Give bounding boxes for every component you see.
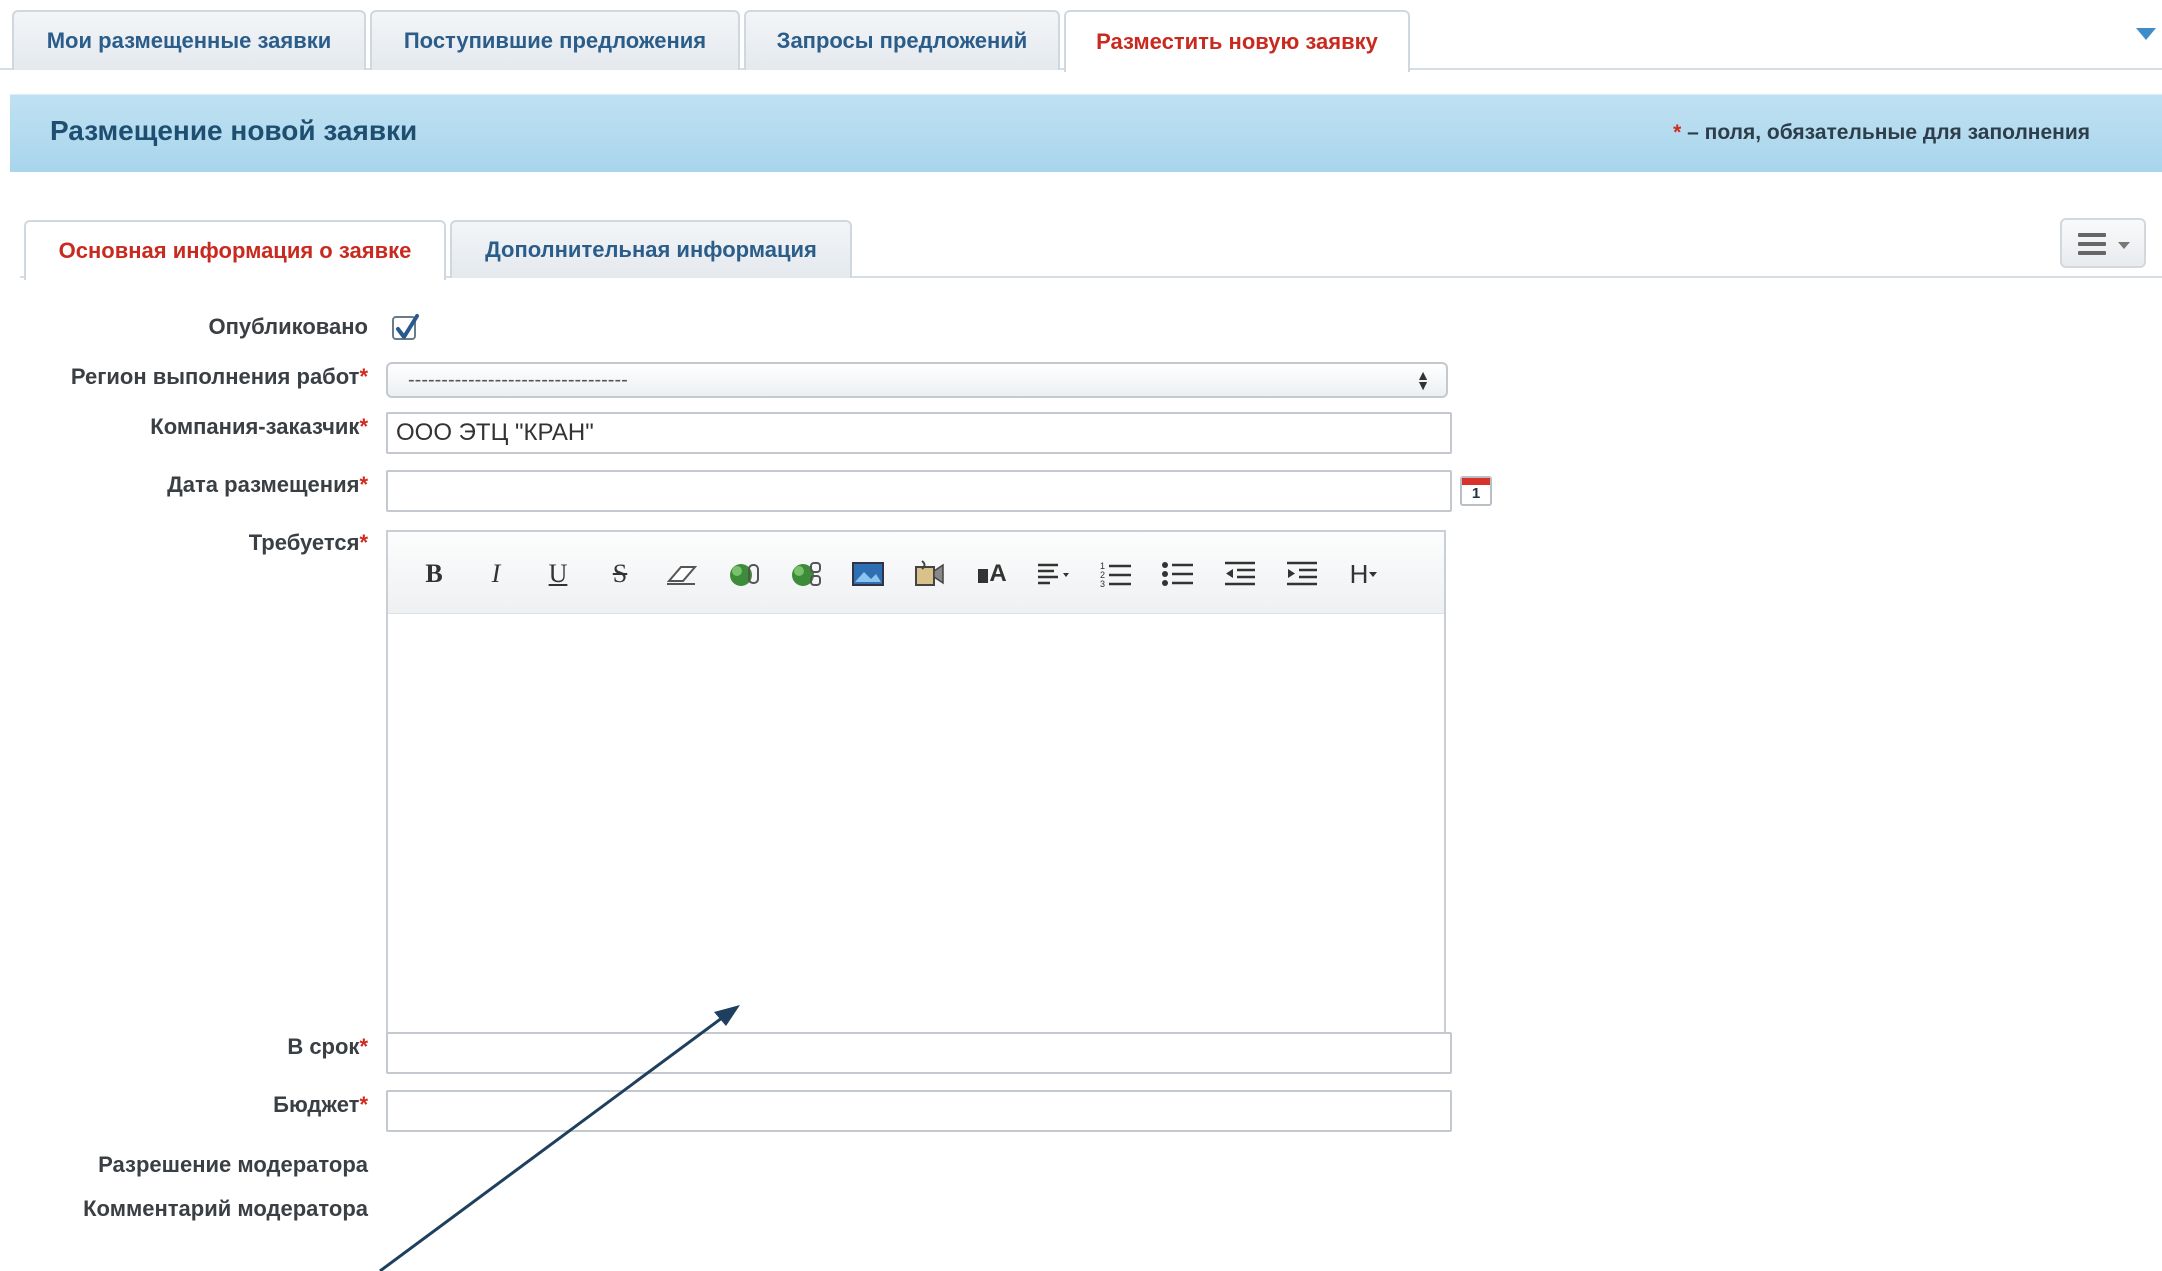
italic-icon[interactable]: I <box>476 554 516 594</box>
required-fields-note: * – поля, обязательные для заполнения <box>1673 121 2090 145</box>
rich-text-editor: B I U S A 1 2 3 H <box>386 530 1446 1036</box>
indent-icon[interactable] <box>1282 554 1322 594</box>
date-label: Дата размещения* <box>167 472 368 497</box>
eraser-icon[interactable] <box>662 554 702 594</box>
tab-my-requests[interactable]: Мои размещенные заявки <box>12 10 366 70</box>
tab-incoming-offers[interactable]: Поступившие предложения <box>370 10 740 70</box>
date-input[interactable] <box>386 470 1452 512</box>
editor-content-area[interactable] <box>388 614 1444 1034</box>
insert-link-icon[interactable] <box>724 554 764 594</box>
calendar-icon[interactable]: 1 <box>1460 476 1492 506</box>
budget-label: Бюджет* <box>273 1092 368 1117</box>
checkmark-icon <box>396 314 419 339</box>
select-arrows-icon: ▲ ▼ <box>1416 367 1430 393</box>
unordered-list-icon[interactable] <box>1158 554 1198 594</box>
top-tab-bar: Мои размещенные заявки Поступившие предл… <box>0 0 2162 72</box>
outdent-icon[interactable] <box>1220 554 1260 594</box>
deadline-input[interactable] <box>386 1032 1452 1074</box>
menu-button[interactable] <box>2060 218 2146 268</box>
company-input[interactable]: ООО ЭТЦ "КРАН" <box>386 412 1452 454</box>
underline-icon[interactable]: U <box>538 554 578 594</box>
region-label: Регион выполнения работ* <box>70 364 368 389</box>
tab-additional-info[interactable]: Дополнительная информация <box>450 220 852 278</box>
font-size-icon[interactable]: A <box>972 554 1012 594</box>
moderator-comment-label: Комментарий модератора <box>83 1196 368 1221</box>
strikethrough-icon[interactable]: S <box>600 554 640 594</box>
tab-place-new-request[interactable]: Разместить новую заявку <box>1064 10 1410 72</box>
remove-link-icon[interactable] <box>786 554 826 594</box>
required-note-text: – поля, обязательные для заполнения <box>1681 121 2090 144</box>
insert-image-icon[interactable] <box>848 554 888 594</box>
heading-dropdown-icon[interactable]: H <box>1344 554 1384 594</box>
region-select[interactable]: --------------------------------- ▲ ▼ <box>386 362 1448 398</box>
page-title: Размещение новой заявки <box>50 115 418 146</box>
published-label: Опубликовано <box>208 314 368 339</box>
align-dropdown-icon[interactable] <box>1034 554 1074 594</box>
collapse-arrow-icon[interactable] <box>2136 28 2156 40</box>
moderator-permission-label: Разрешение модератора <box>98 1152 368 1177</box>
required-label: Требуется* <box>248 530 368 555</box>
published-checkbox[interactable] <box>392 314 419 340</box>
tab-main-info[interactable]: Основная информация о заявке <box>24 220 446 280</box>
section-header: Размещение новой заявки * – поля, обязат… <box>10 94 2162 172</box>
form-tab-bar: Основная информация о заявке Дополнитель… <box>20 218 2162 280</box>
svg-text:3: 3 <box>1100 579 1105 589</box>
company-label: Компания-заказчик* <box>150 414 368 439</box>
tab-offer-requests[interactable]: Запросы предложений <box>744 10 1060 70</box>
editor-toolbar: B I U S A 1 2 3 H <box>388 532 1444 614</box>
bold-icon[interactable]: B <box>414 554 454 594</box>
insert-video-icon[interactable] <box>910 554 950 594</box>
deadline-label: В срок* <box>287 1034 368 1059</box>
budget-input[interactable] <box>386 1090 1452 1132</box>
ordered-list-icon[interactable]: 123 <box>1096 554 1136 594</box>
region-selected-value: --------------------------------- <box>408 369 628 391</box>
caret-down-icon <box>2118 242 2130 249</box>
hamburger-icon <box>2078 233 2106 260</box>
